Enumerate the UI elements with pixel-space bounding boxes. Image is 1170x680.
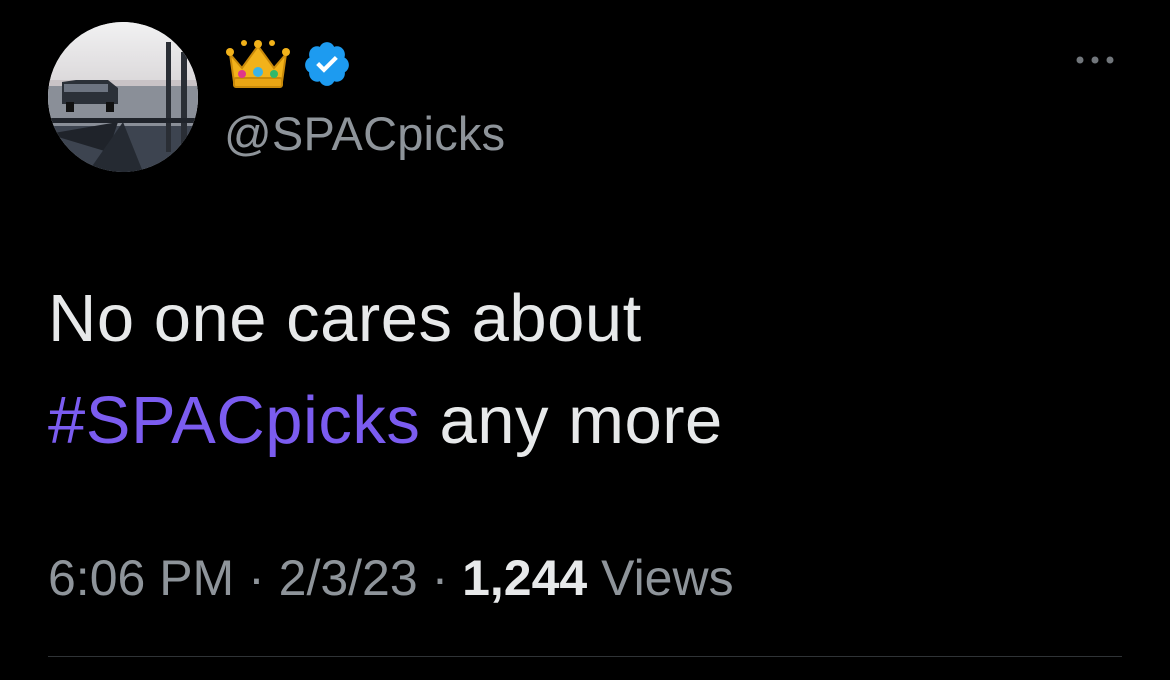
- meta-separator: ·: [417, 550, 463, 606]
- views-count[interactable]: 1,244: [462, 550, 587, 606]
- crown-icon: [226, 40, 290, 88]
- views-label: Views: [587, 550, 734, 606]
- meta-separator: ·: [234, 550, 279, 606]
- author-name-row[interactable]: [226, 38, 352, 90]
- hashtag-link[interactable]: #SPACpicks: [48, 383, 420, 458]
- tweet-text: No one cares about #SPACpicks any more: [48, 268, 1108, 472]
- tweet-meta: 6:06 PM · 2/3/23 · 1,244 Views: [48, 546, 734, 610]
- avatar-image: [48, 22, 198, 172]
- author-handle[interactable]: @SPACpicks: [224, 106, 505, 162]
- verified-badge-icon: [305, 42, 349, 86]
- tweet-detail: @SPACpicks No one cares about #SPACpicks…: [0, 0, 1170, 680]
- divider: [48, 656, 1122, 657]
- tweet-text-tail: any more: [420, 383, 723, 458]
- tweet-date[interactable]: 2/3/23: [279, 550, 418, 606]
- tweet-time[interactable]: 6:06 PM: [48, 550, 234, 606]
- more-horizontal-icon[interactable]: [1070, 50, 1120, 70]
- tweet-text-line1: No one cares about: [48, 281, 642, 356]
- avatar[interactable]: [48, 22, 198, 172]
